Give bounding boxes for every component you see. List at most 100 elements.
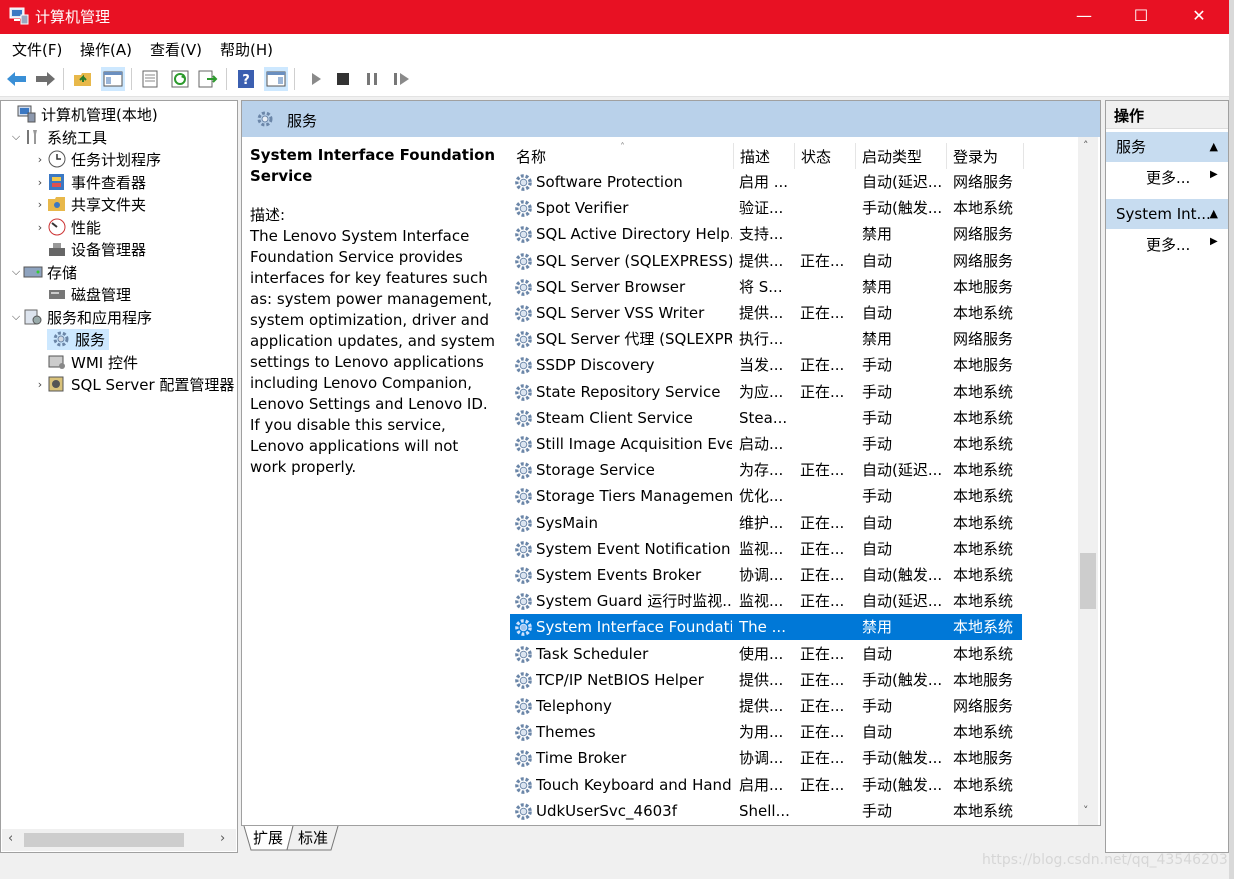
collapse-icon[interactable]: ▲ xyxy=(1210,199,1218,229)
column-header-description[interactable]: 描述 xyxy=(734,143,795,169)
service-row[interactable]: Themes 为用... 正在... 自动 本地系统 xyxy=(510,719,1022,745)
show-hide-tree-icon[interactable] xyxy=(101,67,125,91)
service-row[interactable]: Storage Service 为存... 正在... 自动(延迟... 本地系统 xyxy=(510,457,1022,483)
service-row[interactable]: Task Scheduler 使用... 正在... 自动 本地系统 xyxy=(510,641,1022,667)
export-list-icon[interactable] xyxy=(196,67,220,91)
properties-icon[interactable] xyxy=(138,67,162,91)
gear-icon xyxy=(515,174,532,191)
stop-service-icon[interactable] xyxy=(331,67,355,91)
service-row[interactable]: Steam Client Service Stea... 手动 本地系统 xyxy=(510,405,1022,431)
service-row[interactable]: Still Image Acquisition Eve... 启动... 手动 本地系… xyxy=(510,431,1022,457)
service-row[interactable]: Software Protection 启用 ... 自动(延迟... 网络服务 xyxy=(510,169,1022,195)
column-header-name[interactable]: 名称 ˄ xyxy=(510,142,734,169)
service-row[interactable]: System Events Broker 协调... 正在... 自动(触发... 本地… xyxy=(510,562,1022,588)
service-row[interactable]: SQL Active Directory Help... 支持... 禁用 网络服务 xyxy=(510,221,1022,247)
menu-view[interactable]: 查看(V) xyxy=(150,39,202,60)
console-tree: 计算机管理(本地) ⌵ 系统工具 › 任务计划程序 › 事件查看器 › 共享文件… xyxy=(0,100,238,853)
service-row[interactable]: State Repository Service 为应... 正在... 手动 本地系统 xyxy=(510,379,1022,405)
menu-action[interactable]: 操作(A) xyxy=(80,39,132,60)
chevron-right-icon[interactable]: › xyxy=(33,153,47,166)
scroll-down-icon[interactable]: ˅ xyxy=(1083,804,1089,817)
tab-extended[interactable]: 扩展 xyxy=(253,826,283,850)
actions-header: 操作 xyxy=(1106,101,1228,129)
chevron-right-icon[interactable]: › xyxy=(33,176,47,189)
tree-sql-server-config[interactable]: › SQL Server 配置管理器 xyxy=(33,373,235,395)
service-row[interactable]: System Event Notification ... 监视... 正在... 自… xyxy=(510,536,1022,562)
up-folder-icon[interactable] xyxy=(71,67,95,91)
tree-wmi-control[interactable]: WMI 控件 xyxy=(33,351,138,373)
service-logon-cell: 本地服务 xyxy=(953,670,1014,689)
scroll-up-icon[interactable]: ˄ xyxy=(1083,139,1089,152)
chevron-right-icon[interactable]: › xyxy=(33,221,47,234)
tree-performance[interactable]: › 性能 xyxy=(33,216,101,238)
service-row-selected[interactable]: System Interface Foundati... The ... 禁用 本地系… xyxy=(510,614,1022,641)
back-icon[interactable] xyxy=(5,67,29,91)
chevron-down-icon[interactable]: ⌵ xyxy=(9,310,23,324)
chevron-down-icon[interactable]: ⌵ xyxy=(9,130,23,144)
service-row[interactable]: System Guard 运行时监视... 监视... 正在... 自动(延迟... 本… xyxy=(510,588,1022,614)
menu-file[interactable]: 文件(F) xyxy=(12,39,62,60)
tree-task-scheduler[interactable]: › 任务计划程序 xyxy=(33,148,161,170)
scrollbar-thumb[interactable] xyxy=(1080,553,1096,609)
actions-section-selected-service[interactable]: System Int... ▲ xyxy=(1106,199,1228,229)
tree-storage[interactable]: ⌵ 存储 xyxy=(9,261,77,283)
maximize-button[interactable]: ☐ xyxy=(1112,0,1170,34)
actions-section-services[interactable]: 服务 ▲ xyxy=(1106,132,1228,162)
service-row[interactable]: SysMain 维护... 正在... 自动 本地系统 xyxy=(510,510,1022,536)
actions-pane: 操作 服务 ▲ 更多... ▶ System Int... ▲ 更多... ▶ xyxy=(1105,100,1229,853)
tree-system-tools[interactable]: ⌵ 系统工具 xyxy=(9,126,107,148)
toolbar-separator xyxy=(131,68,132,90)
minimize-button[interactable]: — xyxy=(1055,0,1113,34)
service-row[interactable]: SQL Server Browser 将 S... 禁用 本地服务 xyxy=(510,274,1022,300)
start-service-icon[interactable] xyxy=(304,67,328,91)
tree-shared-folders[interactable]: › 共享文件夹 xyxy=(33,193,146,215)
service-row[interactable]: SQL Server 代理 (SQLEXPR... 执行... 禁用 网络服务 xyxy=(510,326,1022,352)
service-logon-cell: 本地系统 xyxy=(953,618,1014,637)
forward-icon[interactable] xyxy=(33,67,57,91)
tree-services[interactable]: 服务 xyxy=(33,328,110,350)
tree-services-and-applications[interactable]: ⌵ 服务和应用程序 xyxy=(9,306,152,328)
service-row[interactable]: SQL Server VSS Writer 提供... 正在... 自动 本地系统 xyxy=(510,300,1022,326)
menu-help[interactable]: 帮助(H) xyxy=(220,39,273,60)
scroll-right-icon[interactable]: › xyxy=(220,831,225,846)
service-row[interactable]: SQL Server (SQLEXPRESS) 提供... 正在... 自动 网络服务 xyxy=(510,248,1022,274)
service-row[interactable]: Storage Tiers Management 优化... 手动 本地系统 xyxy=(510,483,1022,509)
tree-device-manager[interactable]: 设备管理器 xyxy=(33,238,146,260)
service-row[interactable]: Telephony 提供... 正在... 手动 网络服务 xyxy=(510,693,1022,719)
scroll-left-icon[interactable]: ‹ xyxy=(8,831,13,846)
chevron-right-icon[interactable]: › xyxy=(33,378,47,391)
service-row[interactable]: TCP/IP NetBIOS Helper 提供... 正在... 手动(触发... 本… xyxy=(510,667,1022,693)
action-more-services[interactable]: 更多... ▶ xyxy=(1146,167,1218,188)
tree-event-viewer[interactable]: › 事件查看器 xyxy=(33,171,146,193)
service-status-cell: 正在... xyxy=(800,251,845,270)
chevron-down-icon[interactable]: ⌵ xyxy=(9,265,23,279)
close-button[interactable]: ✕ xyxy=(1170,0,1228,34)
restart-service-icon[interactable] xyxy=(390,67,414,91)
scrollbar-thumb[interactable] xyxy=(24,833,184,847)
column-header-status[interactable]: 状态 xyxy=(795,143,856,169)
chevron-right-icon[interactable]: › xyxy=(33,198,47,211)
tree-root[interactable]: 计算机管理(本地) xyxy=(3,103,158,125)
tab-standard[interactable]: 标准 xyxy=(298,826,328,850)
collapse-icon[interactable]: ▲ xyxy=(1210,132,1218,162)
service-desc-cell: 当发... xyxy=(739,356,784,375)
column-header-logon[interactable]: 登录为 xyxy=(947,143,1024,169)
action-more-selected-service[interactable]: 更多... ▶ xyxy=(1146,234,1218,255)
service-row[interactable]: Spot Verifier 验证... 手动(触发... 本地系统 xyxy=(510,195,1022,221)
service-name-cell: TCP/IP NetBIOS Helper xyxy=(536,670,704,689)
tree-horizontal-scrollbar[interactable]: ‹ › xyxy=(2,829,236,851)
help-icon[interactable]: ? xyxy=(234,67,258,91)
column-header-startup-type[interactable]: 启动类型 xyxy=(856,143,947,169)
service-row[interactable]: Touch Keyboard and Hand... 启用... 正在... 手动(触… xyxy=(510,772,1022,798)
pause-service-icon[interactable] xyxy=(360,67,384,91)
list-vertical-scrollbar[interactable]: ˄ ˅ xyxy=(1078,137,1098,825)
action-pane-icon[interactable] xyxy=(264,67,288,91)
service-row[interactable]: Time Broker 协调... 正在... 手动(触发... 本地服务 xyxy=(510,745,1022,771)
refresh-icon[interactable] xyxy=(168,67,192,91)
tree-disk-management[interactable]: 磁盘管理 xyxy=(33,283,131,305)
service-desc-cell: 启动... xyxy=(739,435,784,453)
submenu-arrow-icon: ▶ xyxy=(1210,169,1218,180)
service-row[interactable]: UdkUserSvc_4603f Shell... 手动 本地系统 xyxy=(510,798,1022,824)
service-row[interactable]: SSDP Discovery 当发... 正在... 手动 本地服务 xyxy=(510,352,1022,378)
tree-services-selected: 服务 xyxy=(47,328,110,350)
